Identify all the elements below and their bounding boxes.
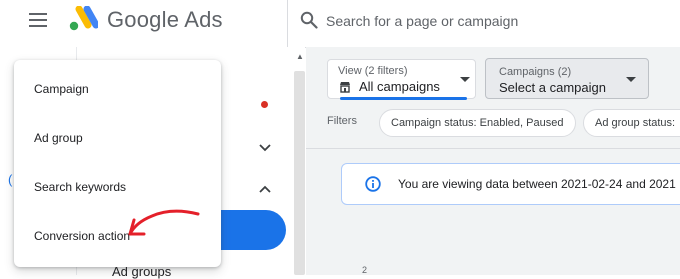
view-filter-value: All campaigns [359, 79, 440, 94]
filters-divider [306, 148, 680, 149]
annotation-arrow-icon [128, 209, 200, 236]
nav-scrollbar[interactable] [294, 71, 305, 275]
filters-label: Filters [327, 115, 357, 127]
dropdown-caret-icon [460, 77, 470, 82]
campaign-filter-value: Select a campaign [499, 80, 606, 95]
chevron-up-icon[interactable] [259, 185, 271, 193]
scroll-up-icon[interactable]: ▲ [296, 52, 304, 61]
filter-chip-campaign-status[interactable]: Campaign status: Enabled, Paused [379, 109, 576, 137]
info-icon [365, 176, 381, 192]
top-bar: Google Ads [0, 0, 680, 48]
chevron-down-icon[interactable] [259, 144, 271, 152]
info-banner-text: You are viewing data between 2021-02-24 … [398, 177, 676, 191]
chart-axis-tick: 2 [362, 265, 368, 275]
google-ads-logo[interactable] [68, 6, 98, 32]
menu-item-label: Campaign [34, 82, 89, 96]
notification-dot [261, 101, 268, 108]
view-filter-label: View (2 filters) [338, 65, 408, 77]
info-banner: You are viewing data between 2021-02-24 … [341, 163, 680, 205]
menu-item-label: Conversion action [34, 229, 131, 243]
filter-chip-ad-group-status[interactable]: Ad group status: [583, 109, 680, 137]
menu-item-campaign[interactable]: Campaign [14, 70, 221, 110]
menu-item-label: Ad group [34, 131, 83, 145]
menu-item-search-keywords[interactable]: Search keywords [14, 168, 221, 208]
nav-edge-icon: ( [8, 172, 13, 187]
campaign-filter-label: Campaigns (2) [499, 66, 572, 78]
search-input[interactable] [324, 8, 668, 34]
store-icon [340, 82, 350, 93]
app-title: Google Ads [107, 7, 223, 32]
dropdown-caret-icon [626, 77, 636, 82]
search-icon [300, 11, 318, 29]
menu-icon[interactable] [29, 12, 47, 28]
menu-item-label: Search keywords [34, 180, 127, 194]
menu-item-ad-group[interactable]: Ad group [14, 119, 221, 159]
search-bar[interactable] [288, 0, 680, 47]
campaign-filter-dropdown[interactable]: Campaigns (2) Select a campaign [485, 58, 649, 99]
view-filter-underline [340, 97, 467, 100]
view-filter-dropdown[interactable]: View (2 filters) All campaigns [327, 59, 476, 100]
